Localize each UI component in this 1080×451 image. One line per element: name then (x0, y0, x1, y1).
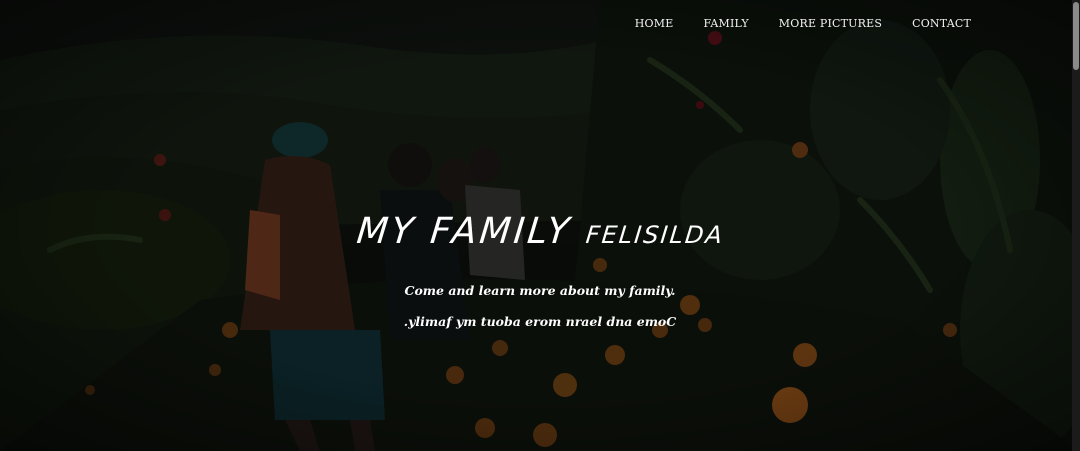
main-nav: HOME FAMILY MORE PICTURES CONTACT (620, 17, 986, 30)
scrollbar-thumb[interactable] (1073, 2, 1079, 70)
hero-title: MY FAMILY FELISILDA (0, 211, 1080, 252)
hero-tagline: Come and learn more about my family. (404, 283, 676, 298)
nav-contact-link[interactable]: CONTACT (897, 17, 986, 30)
hero-title-main: MY FAMILY (354, 211, 574, 252)
hero-title-sub: FELISILDA (584, 221, 725, 249)
nav-home-link[interactable]: HOME (620, 17, 689, 30)
page-scrollbar[interactable] (1072, 0, 1080, 451)
nav-family-link[interactable]: FAMILY (688, 17, 763, 30)
nav-more-pictures-link[interactable]: MORE PICTURES (764, 17, 897, 30)
page: HOME FAMILY MORE PICTURES CONTACT MY FAM… (0, 0, 1080, 451)
hero-tagline-reversed: .ylimaf ym tuoba erom nrael dna emoC (403, 314, 677, 329)
